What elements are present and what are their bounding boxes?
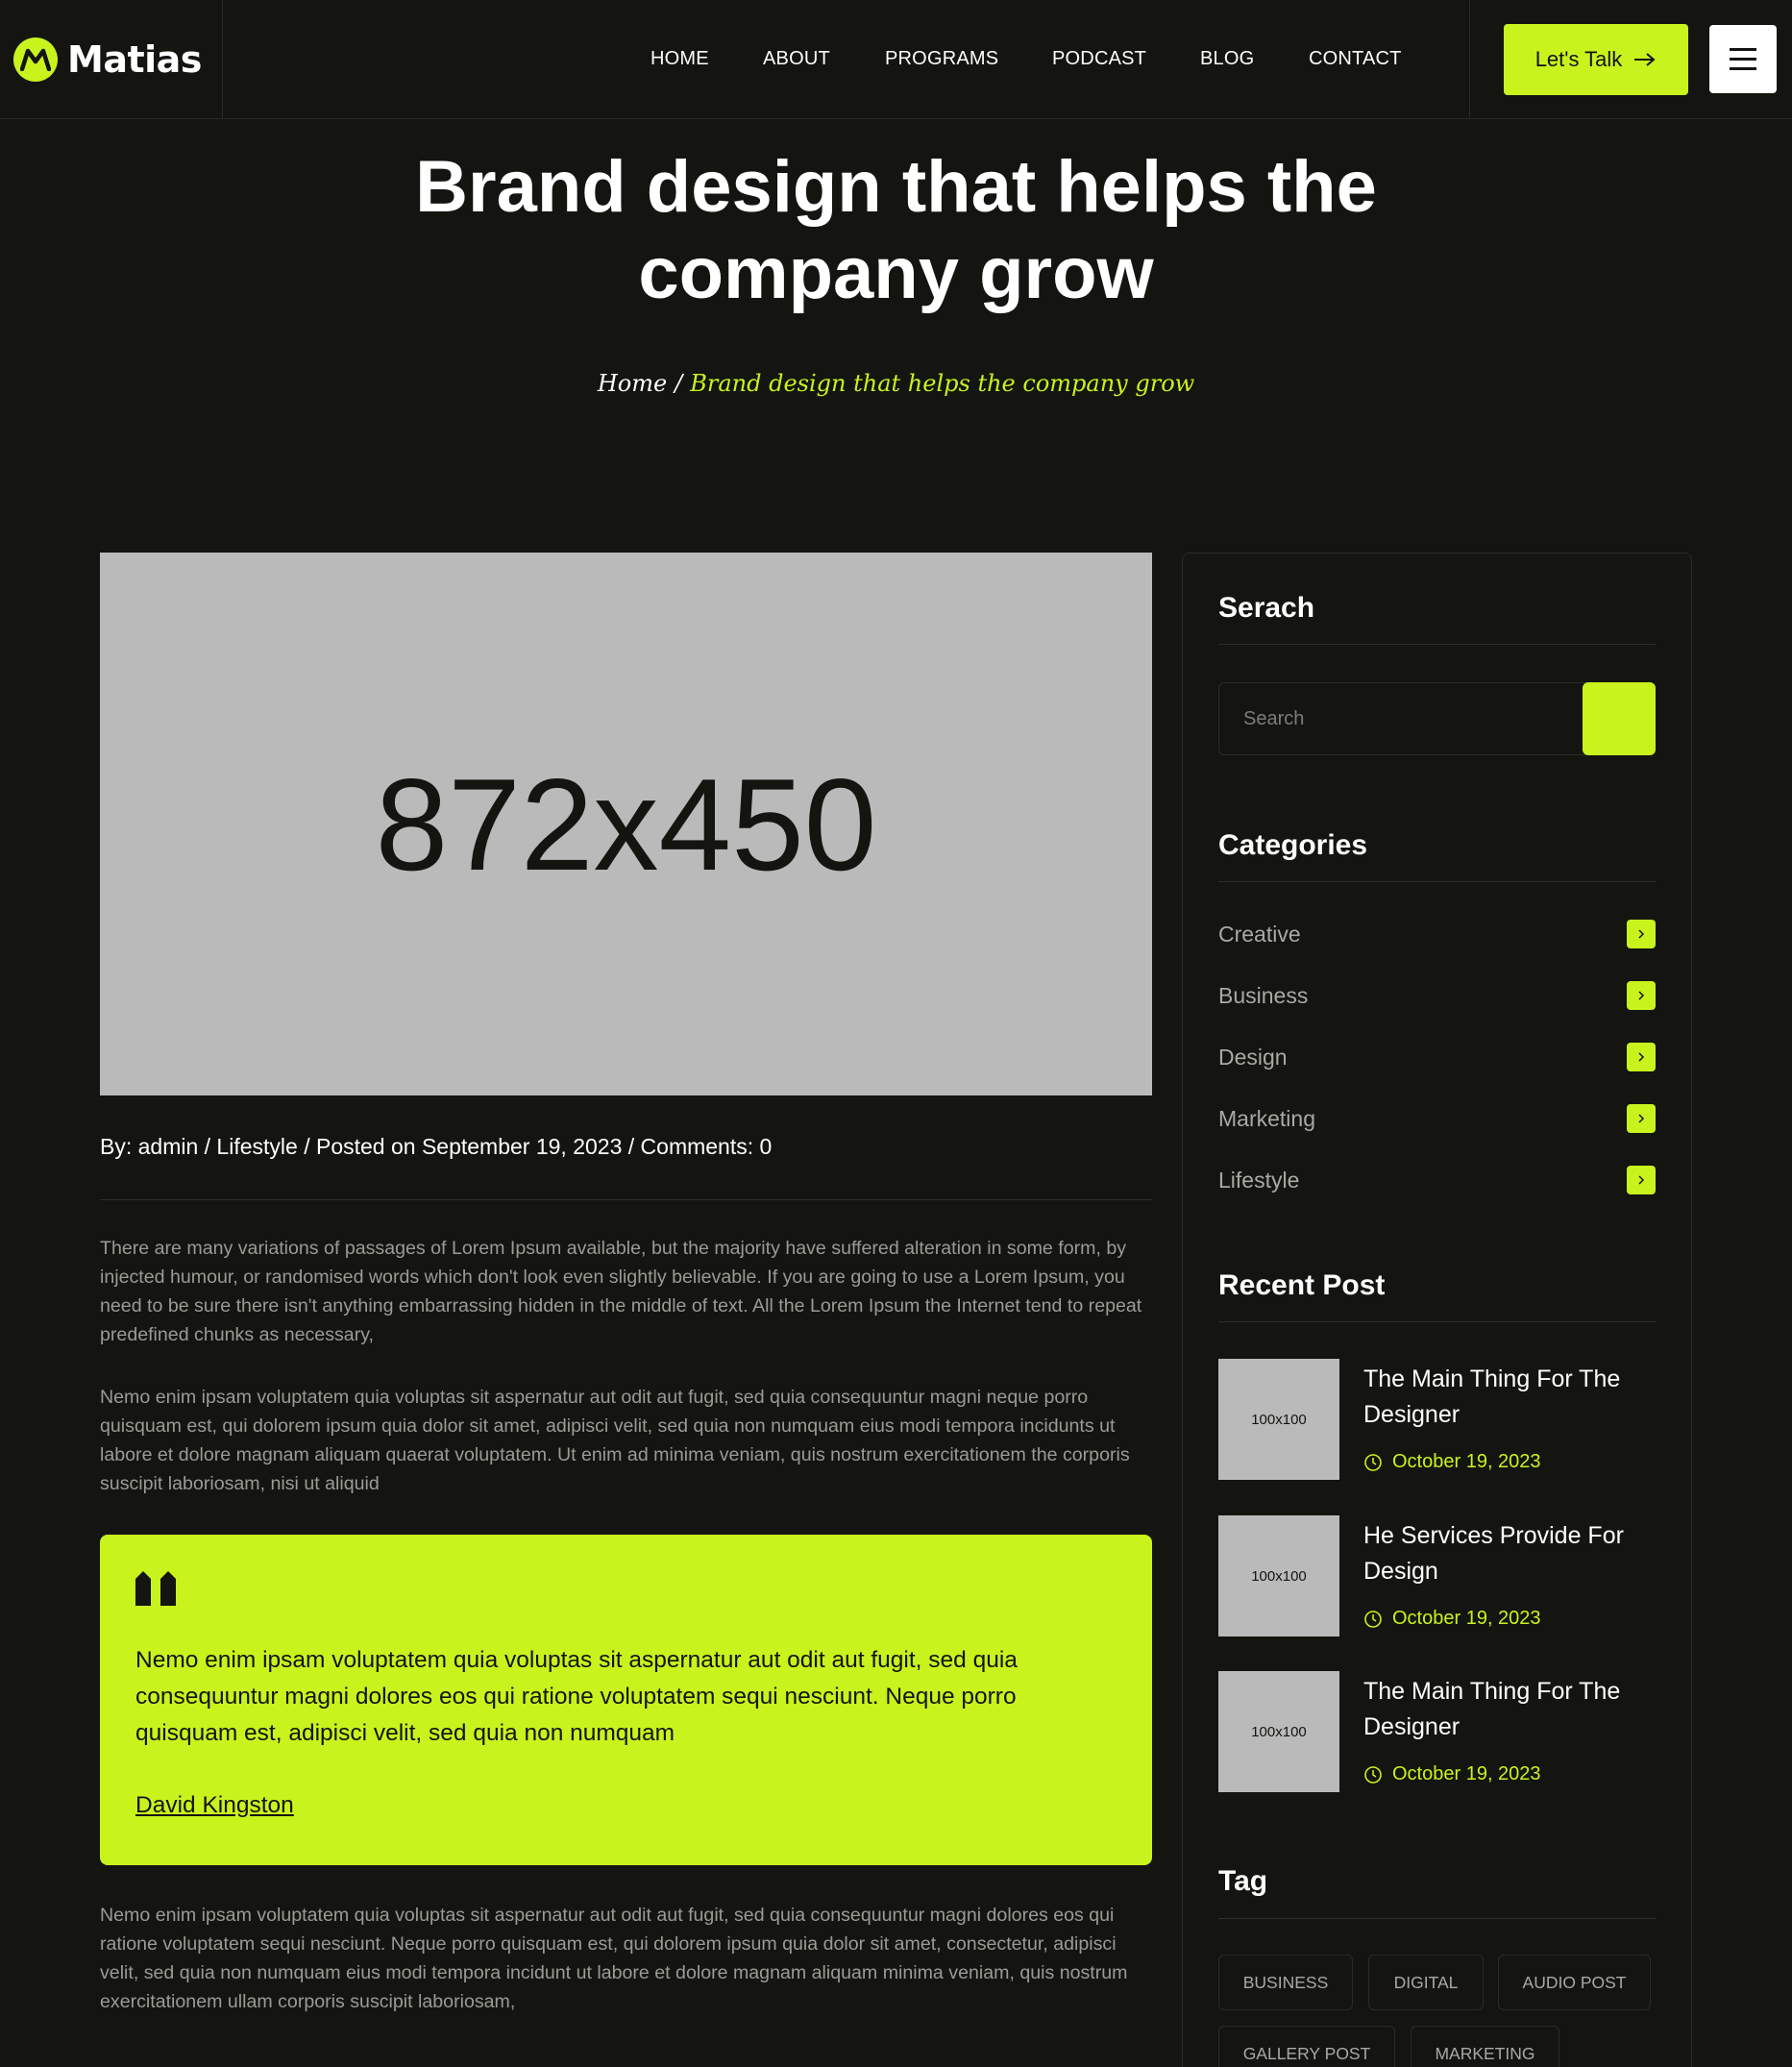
recent-post-item[interactable]: 100x100 The Main Thing For The Designer … <box>1218 1359 1656 1480</box>
recent-post-date: October 19, 2023 <box>1363 1451 1541 1473</box>
post-meta: By: admin / Lifestyle / Posted on Septem… <box>100 1134 773 1159</box>
category-item-marketing[interactable]: Marketing <box>1218 1103 1656 1134</box>
search-widget-title: Serach <box>1218 592 1315 624</box>
header-divider <box>222 0 223 119</box>
category-item-business[interactable]: Business <box>1218 980 1656 1011</box>
recent-post-item[interactable]: 100x100 He Services Provide For Design O… <box>1218 1515 1656 1636</box>
page-title-line: company grow <box>638 233 1154 314</box>
tag-widget-title: Tag <box>1218 1865 1268 1897</box>
category-label: Marketing <box>1218 1105 1315 1131</box>
recent-post-thumbnail: 100x100 <box>1218 1515 1339 1636</box>
breadcrumb-home[interactable]: Home <box>598 370 667 397</box>
chevron-right-icon <box>1627 1166 1656 1194</box>
logo-text: Matias <box>67 38 202 81</box>
quote-author-link[interactable]: David Kingston <box>135 1792 294 1819</box>
recent-post-item[interactable]: 100x100 The Main Thing For The Designer … <box>1218 1671 1656 1792</box>
tag-digital[interactable]: DIGITAL <box>1368 1955 1484 2010</box>
category-label: Lifestyle <box>1218 1167 1300 1193</box>
category-item-creative[interactable]: Creative <box>1218 919 1656 949</box>
tag-gallery-post[interactable]: GALLERY POST <box>1218 2026 1395 2067</box>
chevron-right-icon <box>1627 920 1656 948</box>
page-title-line: Brand design that helps the <box>415 146 1377 228</box>
quote-text: Nemo enim ipsam voluptatem quia voluptas… <box>135 1647 1018 1746</box>
site-header: Matias HOME ABOUT PROGRAMS PODCAST BLOG … <box>0 0 1792 119</box>
lets-talk-button[interactable]: Let's Talk <box>1504 24 1688 95</box>
tag-business[interactable]: BUSINESS <box>1218 1955 1353 2010</box>
breadcrumb: Home / Brand design that helps the company… <box>0 370 1792 397</box>
nav-home[interactable]: HOME <box>651 48 709 70</box>
body-paragraph: There are many variations of passages of… <box>100 1238 1142 1345</box>
category-item-lifestyle[interactable]: Lifestyle <box>1218 1165 1656 1195</box>
recent-post-thumbnail: 100x100 <box>1218 1671 1339 1792</box>
logo-icon <box>13 37 58 82</box>
logo[interactable]: Matias <box>13 37 202 83</box>
search-button[interactable] <box>1583 682 1656 755</box>
lets-talk-label: Let's Talk <box>1534 47 1623 71</box>
divider <box>1218 644 1656 645</box>
nav-about[interactable]: ABOUT <box>763 48 830 70</box>
page-title: Brand design that helps the company grow <box>0 144 1792 317</box>
recent-post-title[interactable]: The Main Thing For The Designer <box>1363 1362 1652 1433</box>
date-text: October 19, 2023 <box>1392 1763 1541 1784</box>
sidebar: Serach Categories Creative Business Desi… <box>1182 553 1692 2067</box>
chevron-right-icon <box>1627 1104 1656 1133</box>
arrow-right-icon <box>1634 53 1656 66</box>
blockquote: Nemo enim ipsam voluptatem quia voluptas… <box>100 1535 1152 1865</box>
nav-podcast[interactable]: PODCAST <box>1052 48 1146 70</box>
category-item-design[interactable]: Design <box>1218 1042 1656 1072</box>
nav-programs[interactable]: PROGRAMS <box>885 48 998 70</box>
clock-icon <box>1364 1765 1382 1784</box>
category-label: Creative <box>1218 921 1301 947</box>
categories-widget-title: Categories <box>1218 829 1368 861</box>
tag-audio-post[interactable]: AUDIO POST <box>1498 1955 1651 2010</box>
nav-contact[interactable]: CONTACT <box>1309 48 1402 70</box>
search-form <box>1218 682 1656 755</box>
featured-image-placeholder: 872x450 <box>100 553 1152 1095</box>
divider <box>100 1199 1152 1200</box>
clock-icon <box>1364 1453 1382 1471</box>
recent-post-date: October 19, 2023 <box>1363 1763 1541 1785</box>
breadcrumb-separator: / <box>675 370 683 397</box>
category-label: Design <box>1218 1044 1288 1070</box>
header-divider <box>1469 0 1470 119</box>
recent-post-date: October 19, 2023 <box>1363 1608 1541 1630</box>
recent-post-widget-title: Recent Post <box>1218 1269 1386 1301</box>
recent-post-title[interactable]: The Main Thing For The Designer <box>1363 1674 1652 1745</box>
quote-icon <box>135 1571 176 1606</box>
image-size-label: 872x450 <box>375 751 877 898</box>
divider <box>1218 1321 1656 1322</box>
nav-blog[interactable]: BLOG <box>1200 48 1254 70</box>
recent-post-title[interactable]: He Services Provide For Design <box>1363 1518 1652 1589</box>
search-input[interactable] <box>1219 683 1583 754</box>
divider <box>1218 881 1656 882</box>
body-paragraph: Nemo enim ipsam voluptatem quia voluptas… <box>100 1905 1128 2012</box>
body-paragraph: Nemo enim ipsam voluptatem quia voluptas… <box>100 1387 1130 1494</box>
hamburger-icon[interactable] <box>1709 25 1777 93</box>
clock-icon <box>1364 1610 1382 1628</box>
tag-marketing[interactable]: MARKETING <box>1411 2026 1559 2067</box>
breadcrumb-current: Brand design that helps the company grow <box>690 370 1195 397</box>
category-label: Business <box>1218 982 1309 1008</box>
chevron-right-icon <box>1627 981 1656 1010</box>
chevron-right-icon <box>1627 1043 1656 1071</box>
date-text: October 19, 2023 <box>1392 1608 1541 1629</box>
date-text: October 19, 2023 <box>1392 1451 1541 1472</box>
recent-post-thumbnail: 100x100 <box>1218 1359 1339 1480</box>
divider <box>1218 1918 1656 1919</box>
